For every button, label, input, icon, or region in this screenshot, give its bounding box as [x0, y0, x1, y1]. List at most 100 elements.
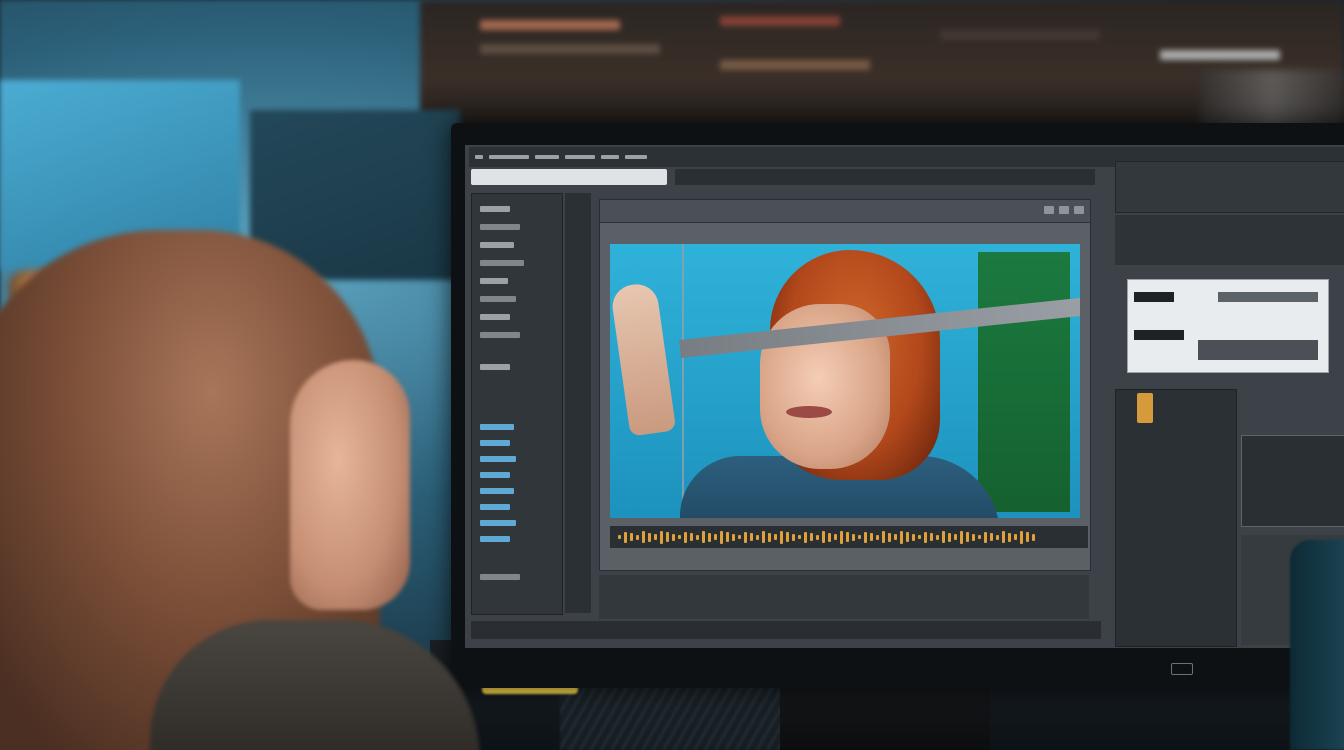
timeline-tick	[834, 534, 837, 540]
editor-toolbar	[675, 169, 1095, 185]
timeline-tick	[888, 532, 891, 542]
timeline-tick	[1032, 533, 1035, 541]
timeline-tick	[672, 533, 675, 541]
timeline-tick	[882, 531, 885, 543]
timeline-tick	[702, 531, 705, 543]
editor-status-bar	[471, 621, 1101, 639]
timeline-tick	[762, 531, 765, 543]
timeline-tick	[666, 532, 669, 542]
timeline-tick	[768, 532, 771, 542]
timeline-tick	[972, 533, 975, 541]
timeline-tick	[792, 533, 795, 541]
timeline-tick	[630, 533, 633, 541]
timeline-tick	[840, 530, 843, 544]
woman-face	[290, 360, 410, 610]
video-viewer	[599, 199, 1091, 571]
timeline-tick	[1014, 534, 1017, 540]
viewer-title-bar	[600, 200, 1090, 223]
editor-right-panel-top	[1115, 161, 1344, 213]
timeline-tick	[786, 532, 789, 542]
timeline-tick	[642, 531, 645, 543]
timeline-tick	[696, 534, 699, 540]
subject-hand	[610, 281, 677, 437]
timeline-tick	[966, 532, 969, 542]
editor-right-panel-mid	[1115, 215, 1344, 265]
timeline-tick	[858, 535, 861, 539]
video-frame	[610, 244, 1080, 518]
timeline-tick	[720, 530, 723, 544]
timeline-tick	[864, 531, 867, 543]
timeline-tick	[906, 532, 909, 542]
frame-divider	[682, 244, 684, 518]
timeline-tick	[744, 531, 747, 543]
timeline-tick	[810, 533, 813, 541]
timeline-tick	[828, 532, 831, 542]
timeline-tick	[804, 531, 807, 543]
monitor-screen	[465, 145, 1344, 648]
timeline-tick	[870, 533, 873, 541]
monitor-logo	[1171, 663, 1193, 675]
viewer-control-icon	[1044, 206, 1054, 214]
timeline-tick	[690, 533, 693, 541]
editor-right-panel-lower	[1115, 389, 1237, 647]
timeline-tick	[924, 531, 927, 543]
timeline-tick	[684, 531, 687, 543]
editor-path-field	[471, 169, 667, 185]
timeline-tick	[714, 534, 717, 540]
timeline-tick	[774, 534, 777, 540]
timeline-tick	[960, 530, 963, 544]
timeline-tick	[1002, 531, 1005, 543]
viewer-control-icon	[1059, 206, 1069, 214]
timeline-tick	[654, 534, 657, 540]
green-screen	[978, 252, 1070, 512]
timeline-tick	[894, 534, 897, 540]
timeline-tick	[738, 535, 741, 539]
timeline-tick	[876, 534, 879, 540]
timeline-tick	[936, 534, 939, 540]
timeline-tick	[750, 533, 753, 541]
timeline-tick	[900, 530, 903, 544]
editor-bottom-panel	[599, 575, 1089, 619]
viewer-timeline	[610, 526, 1088, 548]
editor-right-panel-box	[1241, 435, 1344, 527]
monitor	[451, 123, 1344, 688]
editor-tools-panel	[471, 193, 563, 615]
timeline-tick	[816, 534, 819, 540]
timeline-tick	[726, 532, 729, 542]
subject-lips	[786, 406, 832, 418]
timeline-tick	[798, 535, 801, 539]
viewer-control-icon	[1074, 206, 1084, 214]
timeline-tick	[954, 534, 957, 540]
timeline-tick	[732, 533, 735, 541]
timeline-tick	[942, 531, 945, 543]
timeline-tick	[996, 534, 999, 540]
editor-tool-strip	[565, 193, 591, 613]
timeline-tick	[780, 530, 783, 544]
timeline-tick	[636, 534, 639, 540]
timeline-tick	[756, 534, 759, 540]
timeline-tick	[930, 533, 933, 541]
timeline-tick	[624, 531, 627, 543]
timeline-tick	[990, 533, 993, 541]
timeline-tick	[708, 532, 711, 542]
background-light	[1200, 70, 1344, 130]
timeline-tick	[978, 535, 981, 539]
timeline-tick	[984, 531, 987, 543]
timeline-tick	[846, 532, 849, 542]
photo-scene	[0, 0, 1344, 750]
timeline-tick	[912, 533, 915, 541]
timeline-tick	[1026, 532, 1029, 542]
timeline-tick	[648, 532, 651, 542]
timeline-tick	[678, 535, 681, 539]
editor-preview-panel	[1127, 279, 1329, 373]
desk-object	[1290, 540, 1344, 750]
timeline-tick	[822, 531, 825, 543]
timeline-tick	[1008, 532, 1011, 542]
timeline-tick	[660, 530, 663, 544]
timeline-tick	[1020, 530, 1023, 544]
timeline-tick	[948, 532, 951, 542]
timeline-tick	[618, 535, 621, 539]
timeline-tick	[918, 535, 921, 539]
color-swatch	[1137, 393, 1153, 423]
timeline-tick	[852, 533, 855, 541]
